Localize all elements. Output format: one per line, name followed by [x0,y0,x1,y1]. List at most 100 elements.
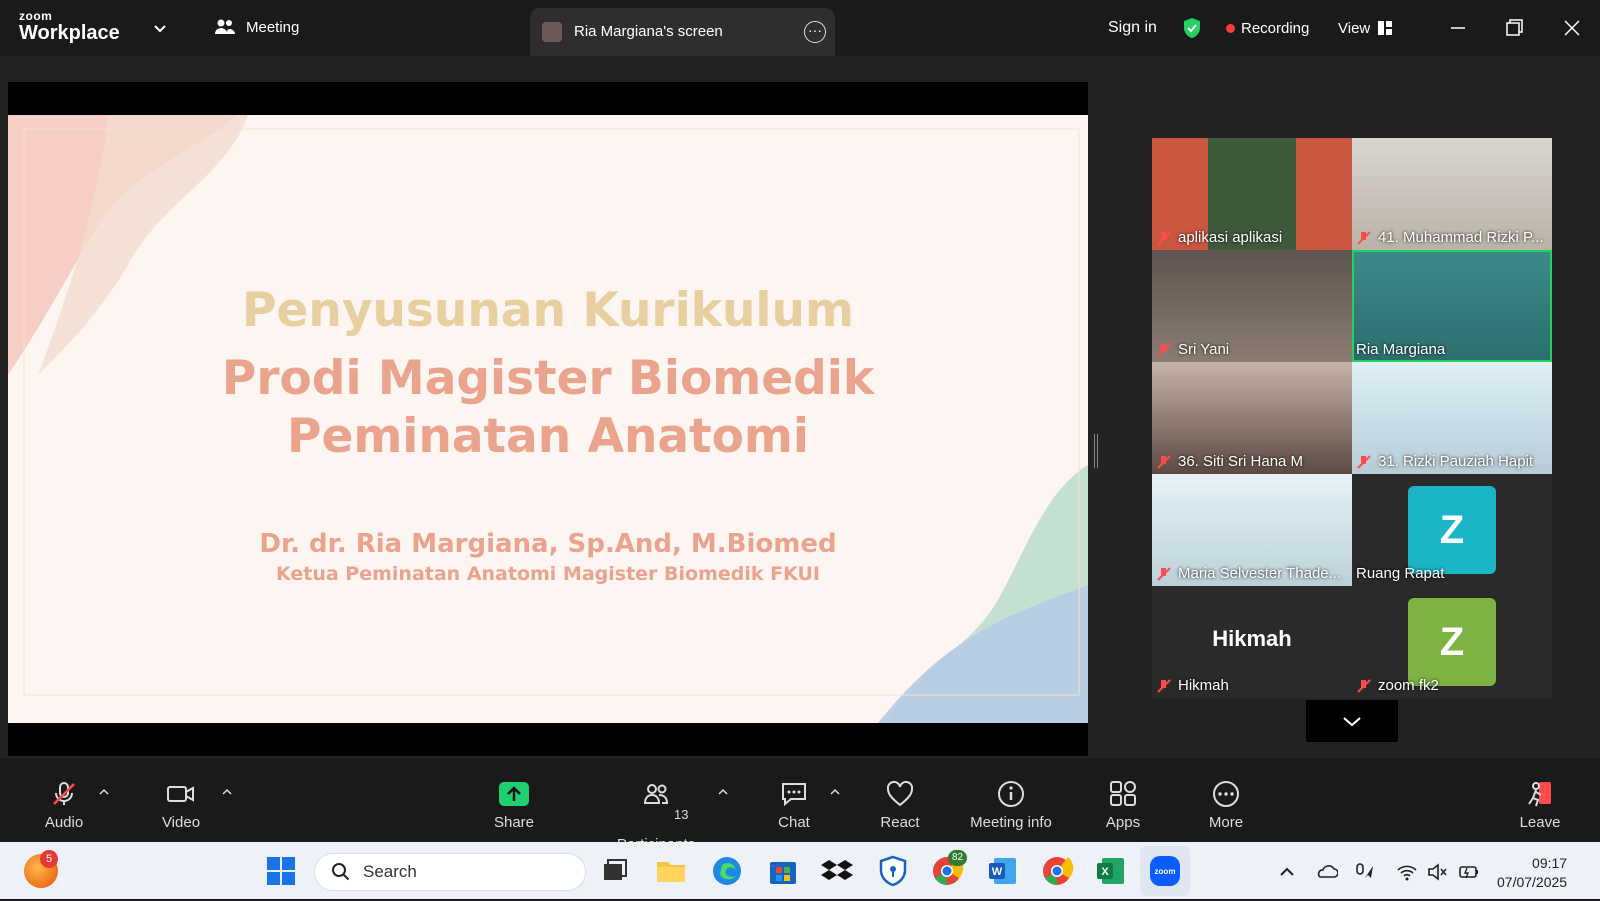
more-button[interactable]: More [1200,758,1252,842]
people-icon [215,19,235,34]
participant-name: zoom fk2 [1378,677,1439,694]
chrome-badge: 82 [948,850,968,866]
svg-text:zoom: zoom [1155,867,1176,876]
system-clock[interactable]: 09:17 07/07/2025 [1497,854,1567,892]
close-icon[interactable] [1558,14,1586,42]
tab-shared-screen-label: Ria Margiana's screen [574,23,723,40]
clock-time: 09:17 [1532,855,1568,871]
caret-up-icon[interactable] [98,786,110,798]
user-avatar-icon [542,22,562,42]
participant-tile[interactable]: Maria Selvester Thade... [1152,474,1352,586]
word-icon[interactable]: W [986,854,1020,888]
vpn-shield-icon[interactable] [876,854,910,888]
info-icon [998,781,1024,807]
more-options-icon[interactable]: ··· [804,21,826,43]
caret-up-icon[interactable] [221,786,233,798]
recording-indicator[interactable]: Recording [1226,0,1309,56]
audio-label: Audio [44,814,84,831]
windows-taskbar: 5 Search 82 W X zoom 09:17 07/07/2025 [0,842,1600,899]
caret-up-icon[interactable] [829,786,841,798]
chrome-profile-icon[interactable] [1040,854,1074,888]
tab-meeting-label: Meeting [246,18,300,36]
participant-tile[interactable]: aplikasi aplikasi [1152,138,1352,250]
more-label: More [1208,814,1244,831]
view-button[interactable]: View [1338,0,1393,56]
participant-tile[interactable]: Z zoom fk2 [1352,586,1552,698]
slide-title-line2: Prodi Magister Biomedik [221,351,875,406]
svg-text:W: W [992,866,1003,878]
location-mic-icon[interactable] [1354,861,1376,883]
chevron-down-icon [1343,717,1361,727]
speaker-muted-icon[interactable] [1426,861,1448,883]
participant-tile[interactable]: Sri Yani [1152,250,1352,362]
gallery-next-page-button[interactable] [1306,700,1398,742]
taskbar-search-input[interactable]: Search [314,853,586,891]
chat-button[interactable]: Chat [768,758,820,842]
muted-mic-icon [1357,454,1371,469]
security-shield-icon[interactable] [1182,0,1202,56]
edge-browser-icon[interactable] [710,854,744,888]
chevron-up-icon[interactable] [1276,861,1298,883]
battery-icon[interactable] [1458,861,1480,883]
video-camera-icon [167,786,194,802]
zoom-taskbar-item[interactable]: zoom [1140,846,1190,896]
dropbox-icon[interactable] [820,854,854,888]
video-button[interactable]: Video [150,758,212,842]
notification-badge: 5 [40,850,58,868]
sign-in-button[interactable]: Sign in [1108,0,1157,56]
tab-meeting[interactable]: Meeting [214,18,299,36]
muted-mic-icon [1357,230,1371,245]
task-view-icon[interactable] [598,854,632,888]
apps-label: Apps [1105,814,1141,831]
svg-text:X: X [1101,866,1109,878]
participant-name: 41. Muhammad Rizki P... [1378,229,1544,246]
more-dots-icon [1213,781,1239,807]
zoom-app-icon: zoom [1150,856,1180,886]
participant-name: Sri Yani [1178,341,1230,358]
leave-button[interactable]: Leave [1514,758,1566,842]
participant-tile[interactable]: 41. Muhammad Rizki P... [1352,138,1552,250]
audio-button[interactable]: Audio [36,758,92,842]
share-screen-icon [499,782,529,806]
participant-tile[interactable]: Hikmah Hikmah [1152,586,1352,698]
recording-label: Recording [1241,19,1310,37]
react-button[interactable]: React [874,758,926,842]
participant-tile[interactable]: 36. Siti Sri Hana M [1152,362,1352,474]
participants-button[interactable]: 13 Participants [614,758,698,853]
apps-grid-icon [1110,781,1136,806]
caret-up-icon[interactable] [717,786,729,798]
brand-top: zoom [19,9,53,23]
participants-count: 13 [674,807,689,822]
wifi-icon[interactable] [1396,861,1418,883]
windows-start-icon[interactable] [264,854,298,888]
participant-tile[interactable]: 31. Rizki Pauziah Hapit [1352,362,1552,474]
muted-mic-icon [1157,342,1171,357]
chat-label: Chat [778,814,810,831]
microsoft-store-icon[interactable] [766,854,800,888]
apps-button[interactable]: Apps [1098,758,1148,842]
excel-icon[interactable]: X [1094,854,1128,888]
chat-bubble-icon [782,783,806,807]
chevron-down-icon[interactable] [152,20,168,36]
participant-name: Hikmah [1178,677,1229,694]
tab-shared-screen[interactable]: Ria Margiana's screen ··· [530,8,835,56]
meeting-info-label: Meeting info [970,814,1052,831]
slide-title-line3: Peminatan Anatomi [287,409,809,464]
view-label: View [1338,19,1371,37]
video-label: Video [161,814,201,831]
participant-name: Ruang Rapat [1356,565,1445,582]
share-button[interactable]: Share [488,758,540,842]
meeting-info-button[interactable]: Meeting info [962,758,1060,842]
avatar-text: Hikmah [1212,626,1292,651]
restore-icon[interactable] [1500,14,1528,42]
presentation-slide: Penyusunan Kurikulum Prodi Magister Biom… [8,115,1088,723]
participant-tile[interactable]: Z Ruang Rapat [1352,474,1552,586]
onedrive-icon[interactable] [1316,861,1338,883]
minimize-icon[interactable] [1444,14,1472,42]
muted-mic-icon [1157,678,1171,693]
participant-tile-active-speaker[interactable]: Ria Margiana [1352,250,1552,362]
muted-mic-icon [1157,454,1171,469]
panel-resize-handle[interactable] [1094,434,1098,468]
file-explorer-icon[interactable] [654,854,688,888]
search-icon [332,863,350,881]
